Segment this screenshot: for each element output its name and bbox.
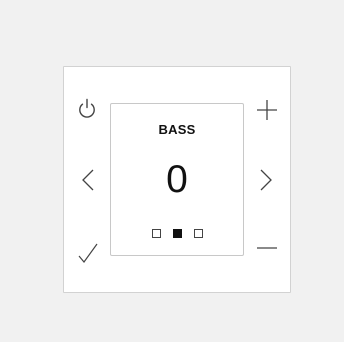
previous-button[interactable] bbox=[76, 167, 102, 193]
minus-button[interactable] bbox=[254, 235, 280, 261]
page-dot bbox=[193, 229, 203, 238]
plus-icon bbox=[257, 100, 277, 120]
plus-button[interactable] bbox=[254, 97, 280, 123]
confirm-button[interactable] bbox=[75, 240, 101, 266]
next-button[interactable] bbox=[252, 167, 278, 193]
page-indicator bbox=[111, 229, 243, 238]
display-screen: BASS 0 bbox=[110, 103, 244, 256]
setting-title: BASS bbox=[158, 122, 196, 137]
check-icon bbox=[78, 243, 98, 263]
power-icon bbox=[79, 98, 95, 118]
minus-icon bbox=[257, 247, 277, 249]
chevron-left-icon bbox=[82, 169, 94, 191]
setting-value: 0 bbox=[166, 158, 188, 201]
page-dot bbox=[151, 229, 161, 238]
power-button[interactable] bbox=[74, 95, 100, 121]
control-panel: BASS 0 bbox=[63, 66, 291, 293]
page-dot-active bbox=[172, 229, 182, 238]
chevron-right-icon bbox=[260, 169, 272, 191]
